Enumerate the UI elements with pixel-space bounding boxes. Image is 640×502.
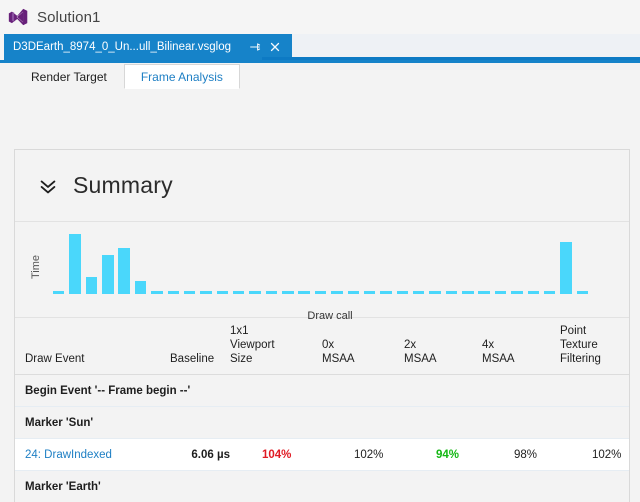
visual-studio-logo-icon [8,7,28,27]
variant-percent-value: 102% [322,449,404,461]
chart-bar [118,248,129,294]
draw-event-table: Draw EventBaseline1x1ViewportSize0xMSAA2… [15,319,629,502]
table-body: Begin Event '-- Frame begin --' Marker 'S… [15,375,629,502]
chart-bar [217,291,228,294]
variant-percent-value: 94% [404,449,482,461]
chart-bar [495,291,506,294]
chart-bar [266,291,277,294]
table-column-header[interactable]: Baseline [170,352,230,366]
document-tab-label: D3DEarth_8974_0_Un...ull_Bilinear.vsglog [13,41,231,53]
chart-bar [528,291,539,294]
table-group-label: Marker 'Earth' [15,481,101,493]
tab-render-target-label: Render Target [31,70,107,84]
table-group-row[interactable]: Begin Event '-- Frame begin --' [15,375,629,407]
summary-header[interactable]: Summary [15,150,629,222]
chart-bar [560,242,571,294]
draw-event-link[interactable]: 24: DrawIndexed [15,449,170,461]
chart-bar [69,234,80,294]
chart-bar [282,291,293,294]
table-column-header[interactable]: 4xMSAA [482,338,560,366]
table-column-header[interactable]: 0xMSAA [322,338,404,366]
chart-plot-area: Draw call [53,234,607,294]
table-group-row[interactable]: Marker 'Sun' [15,407,629,439]
pin-icon[interactable] [248,40,262,54]
variant-percent-value: 104% [230,449,322,461]
table-column-header[interactable]: PointTextureFiltering [560,324,629,366]
chart-bar [429,291,440,294]
chart-bar [380,291,391,294]
title-bar: Solution1 [0,0,640,34]
variant-percent-value: 98% [482,449,560,461]
chart-bar [233,291,244,294]
table-row[interactable]: 24: DrawIndexed6.06 µs104%102%94%98%102%… [15,439,629,471]
chart-bar [511,291,522,294]
double-chevron-down-icon[interactable] [37,175,59,197]
chart-bar [184,291,195,294]
table-column-header[interactable]: 2xMSAA [404,338,482,366]
chart-bar [413,291,424,294]
tab-frame-analysis-label: Frame Analysis [141,70,223,84]
frame-analysis-content: Summary Time Draw call Draw EventBaselin… [14,149,630,502]
frame-analysis-panel: Render Target Frame Analysis Summary Tim… [0,60,640,502]
table-column-header[interactable]: Draw Event [15,352,170,366]
chart-bar [331,291,342,294]
chart-bar [397,291,408,294]
chart-bar [249,291,260,294]
chart-bar [478,291,489,294]
close-icon[interactable] [268,40,282,54]
chart-bars [53,234,607,294]
chart-bar [462,291,473,294]
table-header-row: Draw EventBaseline1x1ViewportSize0xMSAA2… [15,319,629,375]
chart-bar [86,277,97,294]
chart-bar [446,291,457,294]
chart-bar [348,291,359,294]
draw-call-time-chart: Time Draw call [15,222,629,318]
view-tab-strip: Render Target Frame Analysis [0,63,640,89]
chart-bar [168,291,179,294]
chart-bar [544,291,555,294]
chart-bar [200,291,211,294]
chart-bar [151,291,162,294]
chart-bar [53,291,64,294]
window-title: Solution1 [37,9,100,26]
table-group-label: Begin Event '-- Frame begin --' [15,385,190,397]
chart-bar [577,291,588,294]
variant-percent-value: 102% [560,449,629,461]
chart-y-axis-label: Time [29,244,43,290]
page-title: Summary [73,172,173,199]
tab-frame-analysis[interactable]: Frame Analysis [124,64,240,89]
frame-analysis-window: Solution1 D3DEarth_8974_0_Un...ull_Bilin… [0,0,640,502]
table-group-label: Marker 'Sun' [15,417,93,429]
chart-bar [135,281,146,294]
document-tab[interactable]: D3DEarth_8974_0_Un...ull_Bilinear.vsglog [4,34,292,60]
chart-bar [364,291,375,294]
document-tab-well: D3DEarth_8974_0_Un...ull_Bilinear.vsglog [0,34,640,60]
table-group-row[interactable]: Marker 'Earth' [15,471,629,502]
chart-bar [315,291,326,294]
chart-bar [102,255,113,294]
baseline-value: 6.06 µs [170,449,230,461]
table-column-header[interactable]: 1x1ViewportSize [230,324,322,366]
chart-bar [298,291,309,294]
tab-render-target[interactable]: Render Target [14,64,124,89]
